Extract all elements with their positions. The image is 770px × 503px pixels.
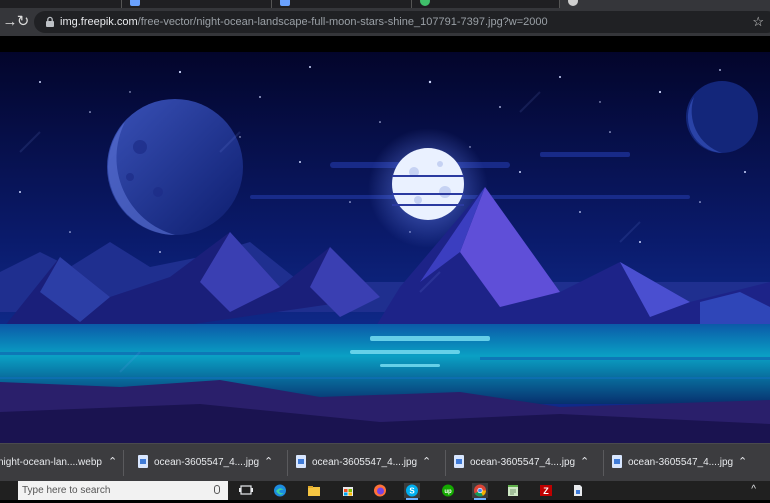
skype-glyph: S [406,484,418,497]
planet-right [686,81,758,153]
system-tray-chevron-icon[interactable]: ^ [751,483,756,497]
download-filename: night-ocean-lan....webp [0,457,102,468]
task-view-glyph [239,485,253,495]
download-filename: ocean-3605547_4....jpg [312,457,418,468]
taskbar-search-box[interactable]: Type here to search [18,481,228,500]
image-file-icon [138,455,148,468]
image-file-icon [296,455,306,468]
lock-icon [46,16,54,27]
document-glyph [574,485,582,496]
download-item[interactable]: night-ocean-lan....webp ⌃ [0,444,124,482]
store-icon[interactable] [340,483,356,498]
windows-taskbar: Type here to search S up Z ^ [0,481,770,500]
filezilla-glyph: Z [540,485,552,496]
tab-2[interactable] [122,0,272,8]
store-glyph [343,487,353,496]
chevron-up-icon[interactable]: ⌃ [580,454,589,470]
chevron-up-icon[interactable]: ⌃ [738,454,747,470]
chrome-glyph [474,484,486,497]
tab-5-active[interactable] [560,0,770,8]
tab-strip [0,0,770,8]
image-file-icon [454,455,464,468]
notepad-icon[interactable] [505,483,521,498]
download-item[interactable]: ocean-3605547_4....jpg ⌃ [130,444,288,482]
upwork-icon[interactable]: up [440,483,456,498]
chevron-up-icon[interactable]: ⌃ [422,454,431,470]
start-button[interactable] [0,481,18,500]
filezilla-icon[interactable]: Z [538,483,554,498]
chrome-icon[interactable] [472,483,488,500]
moon [392,148,464,220]
image-file-icon [612,455,622,468]
reload-icon: ↻ [16,13,30,30]
download-item[interactable]: ocean-3605547_4....jpg ⌃ [446,444,604,482]
file-icon[interactable] [570,483,586,498]
svg-text:S: S [409,487,415,496]
tab-3[interactable] [272,0,412,8]
tab-favicon-icon [568,0,578,6]
reload-button[interactable]: ↻ [13,12,33,32]
edge-glyph [274,484,286,497]
url-text[interactable]: img.freepik.com/free-vector/night-ocean-… [60,15,548,29]
download-filename: ocean-3605547_4....jpg [154,457,260,468]
edge-icon[interactable] [272,483,288,498]
download-filename: ocean-3605547_4....jpg [470,457,576,468]
upwork-glyph: up [442,484,454,497]
tab-favicon-icon [420,0,430,6]
svg-text:Z: Z [543,486,549,496]
tab-favicon-icon [130,0,140,6]
chevron-up-icon[interactable]: ⌃ [108,454,117,470]
firefox-icon[interactable] [372,483,388,498]
downloads-bar: night-ocean-lan....webp ⌃ ocean-3605547_… [0,443,770,482]
tab-4[interactable] [412,0,560,8]
tab-1[interactable] [0,0,122,8]
night-ocean-image [0,52,770,443]
page-viewport [0,36,770,443]
url-path: /free-vector/night-ocean-landscape-full-… [137,16,548,28]
search-placeholder: Type here to search [22,485,111,496]
file-explorer-icon[interactable] [306,483,322,498]
tab-favicon-icon [280,0,290,6]
download-item[interactable]: ocean-3605547_4....jpg ⌃ [288,444,446,482]
browser-toolbar: → ↻ img.freepik.com/free-vector/night-oc… [0,8,770,36]
bookmark-star-icon[interactable]: ☆ [752,14,764,30]
notepad-glyph [508,485,518,496]
firefox-glyph [374,484,386,497]
folder-glyph [308,486,320,496]
download-separator [123,450,124,476]
download-filename: ocean-3605547_4....jpg [628,457,734,468]
microphone-icon[interactable] [214,485,220,494]
skype-icon[interactable]: S [404,483,420,500]
url-host: img.freepik.com [60,16,138,28]
address-bar[interactable]: img.freepik.com/free-vector/night-ocean-… [34,11,770,33]
task-view-icon[interactable] [238,483,254,498]
planet-left [107,99,243,235]
svg-text:up: up [444,489,452,495]
download-item[interactable]: ocean-3605547_4....jpg ⌃ [604,444,762,482]
chevron-up-icon[interactable]: ⌃ [264,454,273,470]
